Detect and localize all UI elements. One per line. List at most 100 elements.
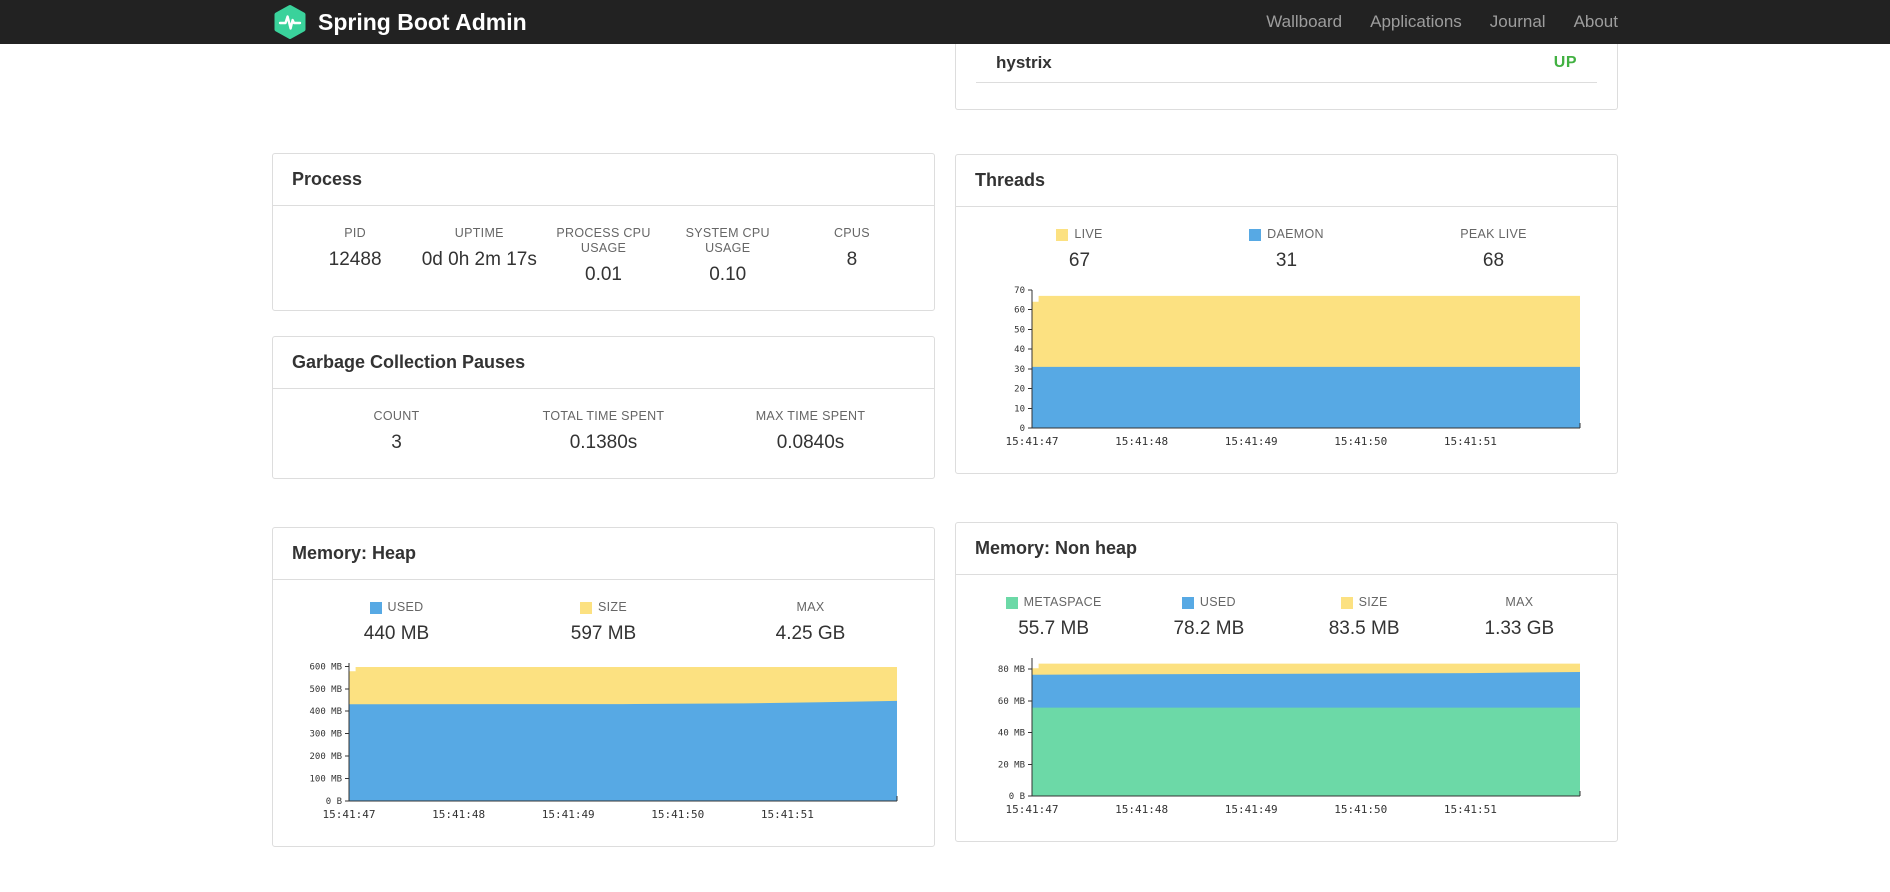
metric-value: 0.0840s	[776, 432, 845, 453]
metric-label: MAX	[1505, 595, 1534, 609]
metric-value: 0.01	[585, 264, 622, 285]
legend-nonheap-max: MAX 1.33 GB	[1442, 595, 1597, 640]
process-panel: Process PID 12488 UPTIME 0d 0h 2m 17s PR…	[272, 153, 935, 311]
metric-value: 440 MB	[363, 623, 430, 644]
metric-value: 67	[1068, 250, 1091, 271]
svg-text:15:41:47: 15:41:47	[1006, 435, 1059, 448]
metric-label: METASPACE	[976, 595, 1131, 610]
main-content: Process PID 12488 UPTIME 0d 0h 2m 17s PR…	[0, 0, 1890, 847]
metric-system-cpu-usage: SYSTEM CPU USAGE 0.10	[666, 226, 790, 286]
metric-label: SIZE	[500, 600, 707, 615]
metric-label: SYSTEM CPU USAGE	[685, 226, 770, 255]
legend-label: USED	[387, 600, 424, 614]
navbar: Spring Boot Admin Wallboard Applications…	[0, 0, 1890, 44]
process-metrics: PID 12488 UPTIME 0d 0h 2m 17s PROCESS CP…	[293, 226, 914, 286]
threads-panel: Threads LIVE 67 DAEMON 31 PEAK LIVE 68 7…	[955, 154, 1618, 474]
metric-label: PID	[344, 226, 366, 240]
svg-text:50: 50	[1014, 325, 1025, 335]
metric-gc-max-time: MAX TIME SPENT 0.0840s	[707, 409, 914, 454]
health-status-badge: UP	[1553, 54, 1577, 71]
legend-threads-peak-live: PEAK LIVE 68	[1390, 227, 1597, 272]
svg-text:15:41:51: 15:41:51	[1444, 435, 1497, 448]
svg-text:80 MB: 80 MB	[998, 665, 1025, 675]
svg-text:600 MB: 600 MB	[309, 662, 342, 672]
metric-value: 1.33 GB	[1484, 618, 1555, 639]
legend-metaspace: METASPACE 55.7 MB	[976, 595, 1131, 640]
legend-nonheap-used: USED 78.2 MB	[1131, 595, 1286, 640]
metric-pid: PID 12488	[293, 226, 417, 286]
legend-label: SIZE	[1358, 595, 1388, 609]
metric-value: 0.10	[709, 264, 747, 285]
nav-links: Wallboard Applications Journal About	[1266, 0, 1618, 44]
nav-link-journal[interactable]: Journal	[1490, 0, 1546, 44]
legend-label: USED	[1199, 595, 1236, 609]
brand-link[interactable]: Spring Boot Admin	[272, 4, 527, 40]
nav-link-wallboard[interactable]: Wallboard	[1266, 0, 1342, 44]
legend-threads-live: LIVE 67	[976, 227, 1183, 272]
brand-title: Spring Boot Admin	[318, 8, 527, 35]
svg-text:60 MB: 60 MB	[998, 697, 1025, 707]
memory-heap-panel-title: Memory: Heap	[273, 528, 934, 580]
metric-value: 3	[391, 432, 402, 453]
metric-process-cpu-usage: PROCESS CPU USAGE 0.01	[541, 226, 665, 286]
nav-link-applications[interactable]: Applications	[1370, 0, 1462, 44]
metric-value: 68	[1482, 250, 1505, 271]
svg-text:20 MB: 20 MB	[998, 760, 1025, 770]
gc-pauses-panel: Garbage Collection Pauses COUNT 3 TOTAL …	[272, 336, 935, 479]
metric-value: 83.5 MB	[1328, 618, 1400, 639]
health-row-hystrix: hystrix UP	[976, 44, 1597, 83]
legend-swatch-used	[369, 601, 382, 614]
legend-label: METASPACE	[1023, 595, 1102, 609]
metric-uptime: UPTIME 0d 0h 2m 17s	[417, 226, 541, 286]
svg-text:200 MB: 200 MB	[309, 752, 342, 762]
legend-swatch-live	[1056, 228, 1069, 241]
svg-text:0 B: 0 B	[1009, 792, 1025, 802]
svg-text:400 MB: 400 MB	[309, 707, 342, 717]
process-panel-title: Process	[273, 154, 934, 206]
metric-label: USED	[293, 600, 500, 615]
metric-value: 8	[846, 249, 858, 270]
svg-text:40 MB: 40 MB	[998, 729, 1025, 739]
gc-metrics: COUNT 3 TOTAL TIME SPENT 0.1380s MAX TIM…	[293, 409, 914, 454]
memory-heap-panel-body: USED 440 MB SIZE 597 MB MAX 4.25 GB 600 …	[273, 580, 934, 846]
metric-label: USED	[1131, 595, 1286, 610]
svg-text:0: 0	[1020, 424, 1025, 434]
left-column: Process PID 12488 UPTIME 0d 0h 2m 17s PR…	[272, 44, 935, 847]
legend-heap-size: SIZE 597 MB	[500, 600, 707, 645]
metric-label: PEAK LIVE	[1460, 227, 1527, 241]
legend-swatch-daemon	[1249, 228, 1262, 241]
nav-link-about[interactable]: About	[1574, 0, 1618, 44]
memory-nonheap-chart: 80 MB 60 MB 40 MB 20 MB 0 B 15:41:47 15:41:48 1…	[976, 650, 1597, 827]
metric-label: DAEMON	[1183, 227, 1390, 242]
metric-label: MAX TIME SPENT	[755, 409, 866, 423]
metric-label: MAX	[796, 600, 825, 614]
legend-label: DAEMON	[1267, 227, 1324, 241]
legend-label: SIZE	[598, 600, 627, 614]
svg-text:20: 20	[1014, 385, 1025, 395]
metric-label: LIVE	[976, 227, 1183, 242]
metric-label: SIZE	[1287, 595, 1442, 610]
svg-text:300 MB: 300 MB	[309, 730, 342, 740]
memory-nonheap-panel-body: METASPACE 55.7 MB USED 78.2 MB SIZE 83.5…	[956, 575, 1617, 841]
metric-label: UPTIME	[454, 226, 504, 240]
metric-value: 597 MB	[570, 623, 637, 644]
metric-gc-count: COUNT 3	[293, 409, 500, 454]
legend-swatch-size	[1340, 596, 1353, 609]
metric-gc-total-time: TOTAL TIME SPENT 0.1380s	[500, 409, 707, 454]
svg-text:15:41:48: 15:41:48	[432, 808, 485, 821]
metric-label: PROCESS CPU USAGE	[556, 226, 651, 255]
svg-text:40: 40	[1014, 345, 1025, 355]
svg-text:15:41:48: 15:41:48	[1115, 803, 1168, 816]
right-column: hystrix UP Threads LIVE 67 DAEMON 31 PEA…	[955, 44, 1618, 842]
svg-text:15:41:49: 15:41:49	[542, 808, 595, 821]
legend-threads-daemon: DAEMON 31	[1183, 227, 1390, 272]
legend-label: LIVE	[1074, 227, 1103, 241]
svg-text:15:41:51: 15:41:51	[1444, 803, 1497, 816]
legend-swatch-used	[1181, 596, 1194, 609]
svg-text:60: 60	[1014, 306, 1025, 316]
svg-text:15:41:49: 15:41:49	[1225, 803, 1278, 816]
spring-boot-admin-logo-icon	[272, 4, 308, 40]
legend-nonheap-size: SIZE 83.5 MB	[1287, 595, 1442, 640]
legend-heap-used: USED 440 MB	[293, 600, 500, 645]
nonheap-legend: METASPACE 55.7 MB USED 78.2 MB SIZE 83.5…	[976, 595, 1597, 640]
